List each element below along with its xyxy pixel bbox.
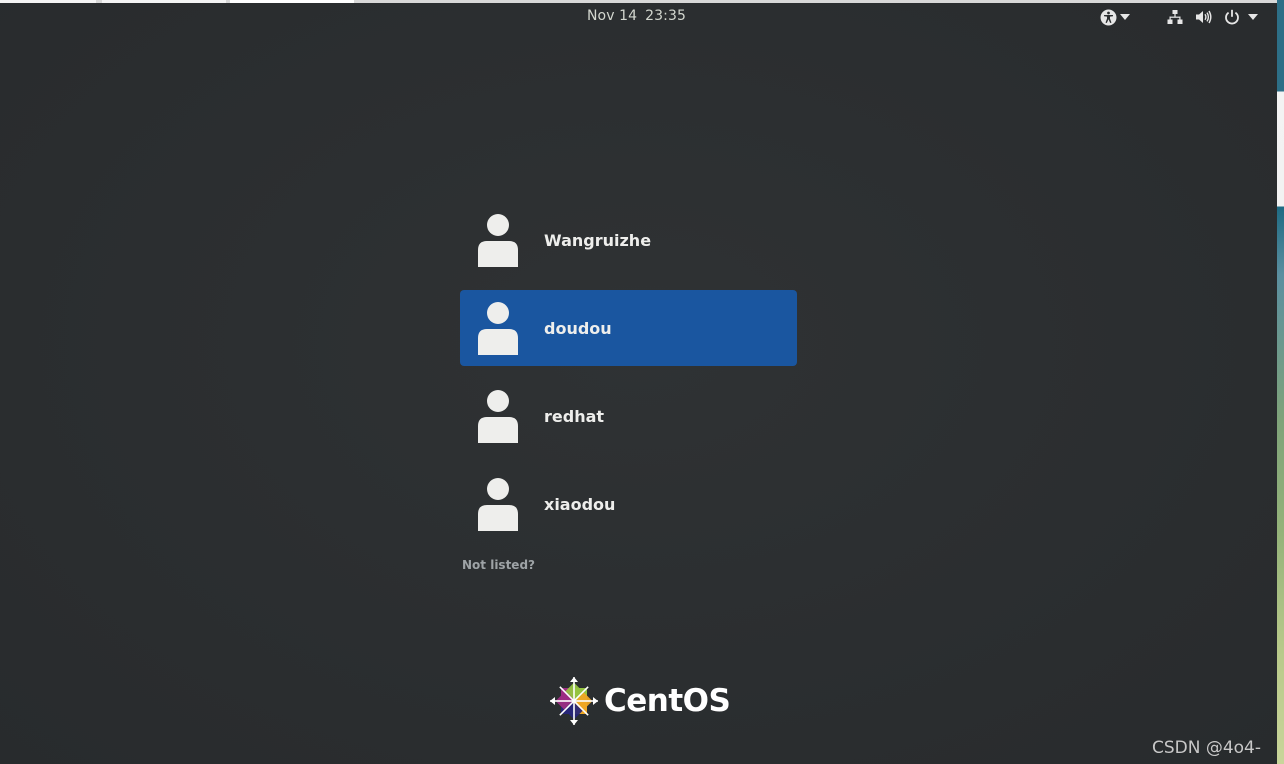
- centos-logo-icon: [549, 676, 599, 726]
- clock-time: 23:35: [645, 8, 687, 24]
- host-window-sliver: [1277, 0, 1284, 764]
- user-row-doudou[interactable]: doudou: [460, 290, 797, 366]
- user-row-xiaodou[interactable]: xiaodou: [460, 466, 797, 542]
- network-icon: [1165, 7, 1185, 27]
- login-screen: Nov 14 23:35 Wangruizhe doudou redhat xi…: [0, 3, 1277, 764]
- user-avatar-icon: [476, 301, 520, 355]
- clock-date: Nov 14: [586, 8, 638, 24]
- system-menu[interactable]: [1165, 6, 1260, 28]
- user-name: redhat: [544, 407, 605, 426]
- not-listed-link[interactable]: Not listed?: [462, 558, 535, 572]
- user-name: Wangruizhe: [544, 231, 652, 250]
- user-avatar-icon: [476, 213, 520, 267]
- chevron-down-icon: [1246, 7, 1260, 27]
- centos-logo: CentOS: [549, 675, 731, 727]
- user-row-redhat[interactable]: redhat: [460, 378, 797, 454]
- chevron-down-icon: [1118, 7, 1132, 27]
- user-list: Wangruizhe doudou redhat xiaodou: [460, 202, 797, 554]
- accessibility-icon: [1098, 7, 1118, 27]
- top-bar-clock[interactable]: Nov 14 23:35: [0, 8, 1273, 24]
- volume-icon: [1193, 7, 1213, 27]
- user-name: xiaodou: [544, 495, 616, 514]
- user-row-wangruizhe[interactable]: Wangruizhe: [460, 202, 797, 278]
- centos-wordmark: CentOS: [604, 683, 731, 719]
- accessibility-menu[interactable]: [1098, 6, 1132, 28]
- power-icon: [1222, 7, 1242, 27]
- user-name: doudou: [544, 319, 612, 338]
- watermark-text: CSDN @4o4-: [1151, 738, 1261, 758]
- user-avatar-icon: [476, 477, 520, 531]
- user-avatar-icon: [476, 389, 520, 443]
